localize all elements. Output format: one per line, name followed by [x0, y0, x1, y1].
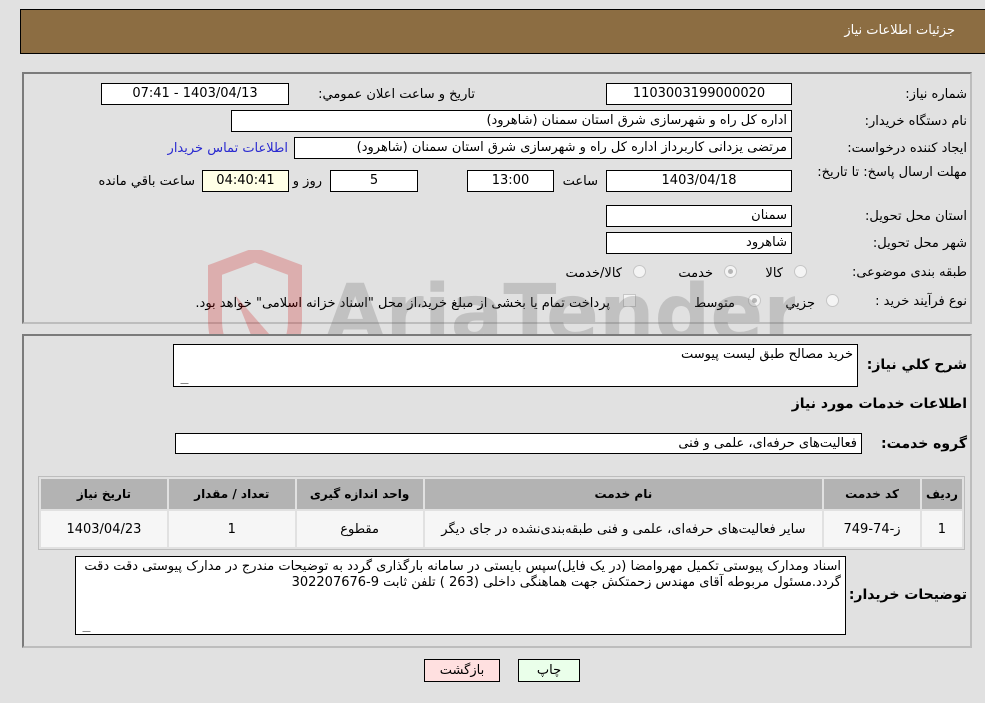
page-title: جزئیات اطلاعات نیاز — [844, 23, 955, 38]
services-table: ردیف کد خدمت نام خدمت واحد اندازه گیری ت… — [38, 476, 965, 550]
process-medium-radio[interactable] — [748, 294, 761, 307]
services-section-title: اطلاعات خدمات مورد نياز — [791, 396, 967, 412]
deadline-date-field: 1403/04/18 — [606, 170, 792, 192]
time-remaining-field: 04:40:41 — [202, 170, 289, 192]
general-description-textarea[interactable]: خرید مصالح طبق لیست پیوست — [173, 344, 858, 387]
category-goods-label: کالا — [765, 266, 783, 281]
city-label: شهر محل تحویل: — [872, 236, 967, 251]
page-header: جزئیات اطلاعات نیاز — [20, 9, 985, 54]
province-field: سمنان — [606, 205, 792, 227]
category-service-label: خدمت — [678, 266, 713, 281]
process-type-label: نوع فرآیند خرید : — [875, 294, 967, 309]
cell-need-date: 1403/04/23 — [41, 511, 167, 547]
category-service-radio[interactable] — [724, 265, 737, 278]
announce-date-label: تاریخ و ساعت اعلان عمومي: — [318, 87, 475, 102]
buyer-notes-text: اسناد ومدارک پیوستی تکمیل مهروامضا (در ی… — [84, 559, 841, 590]
col-quantity: تعداد / مقدار — [168, 479, 295, 509]
creator-label: ایجاد کننده درخواست: — [847, 141, 967, 156]
service-group-label: گروه خدمت: — [881, 436, 967, 452]
category-goods-service-label: کالا/خدمت — [565, 266, 622, 281]
province-label: استان محل تحویل: — [865, 209, 967, 224]
table-header-row: ردیف کد خدمت نام خدمت واحد اندازه گیری ت… — [41, 479, 962, 509]
city-field: شاهرود — [606, 232, 792, 254]
deadline-label: مهلت ارسال پاسخ: تا تاریخ: — [817, 165, 967, 180]
cell-row-number: 1 — [921, 511, 962, 547]
deadline-time-label: ساعت — [562, 174, 598, 189]
process-medium-label: متوسط — [694, 296, 735, 311]
deadline-time-field: 13:00 — [467, 170, 554, 192]
category-goods-radio[interactable] — [794, 265, 807, 278]
cell-service-name: سایر فعالیت‌های حرفه‌ای، علمی و فنی طبقه… — [424, 511, 823, 547]
cell-unit: مقطوع — [296, 511, 423, 547]
process-minor-radio[interactable] — [826, 294, 839, 307]
creator-field: مرتضی یزدانی کاربرداز اداره کل راه و شهر… — [294, 137, 792, 159]
category-goods-service-radio[interactable] — [633, 265, 646, 278]
general-description-label: شرح کلي نياز: — [866, 357, 967, 373]
print-button[interactable]: چاپ — [518, 659, 580, 682]
treasury-checkbox[interactable] — [623, 294, 636, 307]
col-service-code: کد خدمت — [824, 479, 920, 509]
service-group-field: فعالیت‌های حرفه‌ای، علمی و فنی — [175, 433, 862, 454]
table-row: 1 ز-74-749 سایر فعالیت‌های حرفه‌ای، علمی… — [41, 511, 962, 547]
back-button[interactable]: بازگشت — [424, 659, 500, 682]
announce-date-field: 1403/04/13 - 07:41 — [101, 83, 289, 105]
treasury-text: پرداخت تمام یا بخشی از مبلغ خرید،از محل … — [195, 296, 610, 311]
buyer-notes-label: توضیحات خریدار: — [848, 587, 967, 603]
category-label: طبقه بندی موضوعی: — [851, 265, 967, 280]
cell-service-code: ز-74-749 — [824, 511, 920, 547]
col-unit: واحد اندازه گیری — [296, 479, 423, 509]
need-number-label: شماره نیاز: — [905, 87, 967, 102]
need-number-field: 1103003199000020 — [606, 83, 792, 105]
col-row-number: ردیف — [921, 479, 962, 509]
cell-quantity: 1 — [168, 511, 295, 547]
resize-grip-icon[interactable] — [76, 624, 91, 632]
buyer-org-field: اداره کل راه و شهرسازی شرق استان سمنان (… — [231, 110, 792, 132]
days-remaining-field: 5 — [330, 170, 418, 192]
buyer-contact-link[interactable]: اطلاعات تماس خریدار — [168, 141, 288, 156]
buyer-notes-textarea[interactable]: اسناد ومدارک پیوستی تکمیل مهروامضا (در ی… — [75, 556, 846, 635]
process-minor-label: جزيي — [785, 296, 815, 311]
buyer-org-label: نام دستگاه خریدار: — [864, 114, 967, 129]
col-need-date: تاریخ نیاز — [41, 479, 167, 509]
days-label: روز و — [292, 174, 322, 189]
resize-grip-icon[interactable] — [174, 376, 189, 384]
general-description-text: خرید مصالح طبق لیست پیوست — [680, 347, 853, 362]
time-remaining-label: ساعت باقي مانده — [98, 174, 195, 189]
col-service-name: نام خدمت — [424, 479, 823, 509]
